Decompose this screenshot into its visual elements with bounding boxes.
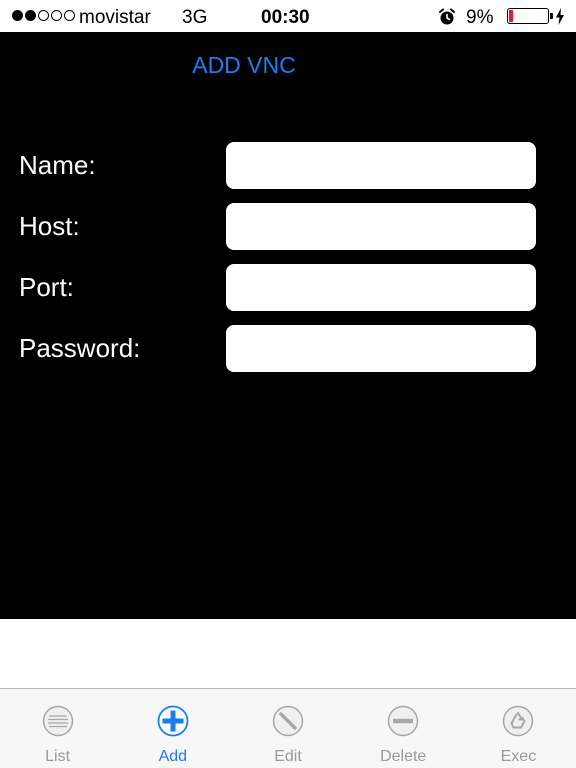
tab-label: Delete (380, 748, 427, 765)
battery-level (509, 10, 513, 22)
battery-icon (507, 8, 553, 24)
signal-strength-icon (12, 10, 75, 22)
alarm-clock-icon (439, 8, 455, 25)
status-time: 00:30 (261, 7, 310, 28)
tab-label: Exec (500, 748, 537, 765)
form-row-password: Password: (0, 325, 576, 373)
minus-icon (387, 705, 419, 737)
pencil-icon (272, 705, 304, 737)
network-type: 3G (182, 7, 208, 28)
port-input[interactable] (226, 264, 536, 311)
tab-label: Add (158, 748, 188, 765)
signal-dot (12, 10, 23, 21)
password-input[interactable] (226, 325, 536, 372)
carrier-name: movistar (79, 7, 151, 28)
signal-dot (64, 10, 75, 21)
tab-delete[interactable]: Delete (346, 689, 461, 768)
password-label: Password: (19, 333, 141, 363)
port-label: Port: (19, 272, 74, 302)
name-input[interactable] (226, 142, 536, 189)
add-vnc-panel: ADD VNC Name: Host: Port: Password: (0, 32, 576, 619)
status-bar: movistar 3G 00:30 9% (0, 0, 576, 32)
tab-label: Edit (274, 748, 302, 765)
signal-dot (25, 10, 36, 21)
charging-bolt-icon (556, 8, 564, 25)
tab-add[interactable]: Add (115, 689, 230, 768)
host-input[interactable] (226, 203, 536, 250)
signal-dot (51, 10, 62, 21)
form-row-port: Port: (0, 264, 576, 312)
form-row-name: Name: (0, 142, 576, 190)
tab-bar: List Add Edit Delete Exec (0, 688, 576, 768)
tab-exec[interactable]: Exec (461, 689, 576, 768)
signal-dot (38, 10, 49, 21)
page-title: ADD VNC (192, 52, 296, 78)
tab-label: List (45, 748, 71, 765)
host-label: Host: (19, 211, 80, 241)
tab-edit[interactable]: Edit (230, 689, 345, 768)
list-icon (42, 705, 73, 737)
battery-percentage: 9% (466, 7, 494, 28)
form-row-host: Host: (0, 203, 576, 251)
name-label: Name: (19, 150, 96, 180)
tab-list[interactable]: List (0, 689, 115, 768)
plus-icon (157, 705, 189, 737)
recycle-icon (503, 705, 534, 737)
